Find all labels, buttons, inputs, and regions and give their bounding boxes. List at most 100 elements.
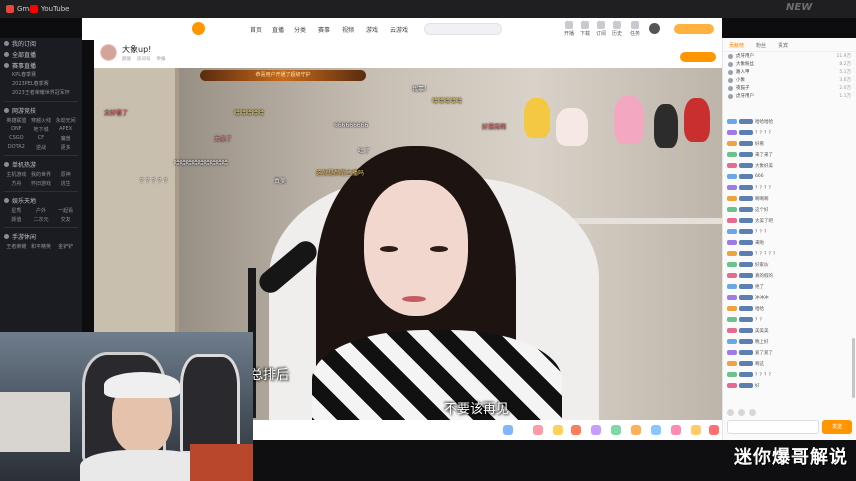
category-link[interactable]: 怀旧游戏	[29, 180, 54, 187]
top-icon-history[interactable]: 历史	[610, 21, 624, 37]
search-input[interactable]	[424, 23, 502, 35]
chat-message[interactable]: ？？？	[723, 226, 851, 237]
top-icon-tasks[interactable]: 任务	[628, 21, 642, 37]
sidebar-item-single-player[interactable]: 单机热游	[0, 159, 82, 170]
nav-link[interactable]: 首页	[250, 25, 262, 34]
gift-icon[interactable]	[591, 425, 601, 435]
category-link[interactable]: 方舟	[4, 180, 29, 187]
chat-message[interactable]: 好看	[723, 138, 851, 149]
rank-row[interactable]: 虎牙用户 11.9万	[723, 52, 856, 60]
category-link[interactable]: 星秀	[4, 207, 29, 214]
chat-message[interactable]: 冲冲冲	[723, 292, 851, 303]
emoji-icon[interactable]	[727, 409, 734, 416]
chat-message[interactable]: 来啦	[723, 237, 851, 248]
category-link[interactable]: 交友	[53, 216, 78, 223]
top-icon-stream[interactable]: 开播	[562, 21, 576, 37]
category-link[interactable]: 我的世界	[29, 171, 54, 178]
category-link[interactable]: 户外	[29, 207, 54, 214]
chat-message[interactable]: 啊啊啊	[723, 193, 851, 204]
category-link[interactable]: APEX	[53, 126, 78, 133]
sidebar-item-subscriptions[interactable]: 我的订阅	[0, 38, 82, 49]
category-link[interactable]: 永劫无间	[53, 117, 78, 124]
category-link[interactable]: 颜值	[4, 216, 29, 223]
category-link[interactable]: DOTA2	[4, 144, 29, 151]
gift-icon[interactable]	[691, 425, 701, 435]
gift-icon[interactable]	[503, 425, 513, 435]
start-stream-button[interactable]	[674, 24, 714, 34]
site-logo[interactable]	[192, 22, 205, 35]
category-link[interactable]: CF	[29, 135, 54, 142]
rank-row[interactable]: 大象粉丝 8.2万	[723, 60, 856, 68]
chat-message[interactable]: 好家伙	[723, 259, 851, 270]
gift-icon[interactable]	[611, 425, 621, 435]
chat-message[interactable]: 好	[723, 380, 851, 391]
chat-message[interactable]: 绝了	[723, 281, 851, 292]
chat-message[interactable]: 太美了吧	[723, 215, 851, 226]
category-link[interactable]: 二次元	[29, 216, 54, 223]
sidebar-item-events[interactable]: 赛事直播	[0, 60, 82, 71]
chat-message[interactable]: 真的假的	[723, 270, 851, 281]
room-category[interactable]: 颜值	[122, 56, 131, 62]
rank-row[interactable]: 虎牙用户 1.1万	[723, 92, 856, 100]
gift-icon[interactable]	[651, 425, 661, 435]
sidebar-sub-item[interactable]: 2023PEL春季赛	[0, 80, 82, 89]
nav-link[interactable]: 分类	[294, 25, 306, 34]
category-link[interactable]: 原神	[53, 171, 78, 178]
chat-message[interactable]: ？？？？？	[723, 248, 851, 259]
chat-message[interactable]: 这个好	[723, 204, 851, 215]
chat-input[interactable]	[727, 420, 819, 434]
category-link[interactable]: 和平精英	[29, 243, 54, 250]
category-link[interactable]: 一起看	[53, 207, 78, 214]
fan-badge-icon[interactable]	[738, 409, 745, 416]
chat-message[interactable]: 来了来了	[723, 149, 851, 160]
category-link[interactable]: 英雄联盟	[4, 117, 29, 124]
gift-icon[interactable]	[571, 425, 581, 435]
chat-message[interactable]: 啊这	[723, 358, 851, 369]
gift-icon[interactable]	[533, 425, 543, 435]
nav-link[interactable]: 云游戏	[390, 25, 408, 34]
sidebar-sub-item[interactable]: 2023王者荣耀世界冠军杯	[0, 89, 82, 98]
chat-scrollbar[interactable]	[852, 338, 855, 398]
category-link[interactable]: 更多	[53, 144, 78, 151]
top-icon-subscribe[interactable]: 订阅	[594, 21, 608, 37]
color-icon[interactable]	[749, 409, 756, 416]
nav-link[interactable]: 赛事	[318, 25, 330, 34]
sidebar-sub-item[interactable]: KPL春季赛	[0, 71, 82, 80]
user-avatar[interactable]	[649, 23, 660, 34]
sidebar-item-entertainment[interactable]: 娱乐天地	[0, 195, 82, 206]
chat-message[interactable]: 爱了爱了	[723, 347, 851, 358]
report-link[interactable]: 举报	[157, 56, 166, 62]
sidebar-item-online-games[interactable]: 网游竞技	[0, 105, 82, 116]
sidebar-item-mobile-games[interactable]: 手游休闲	[0, 231, 82, 242]
gift-icon[interactable]	[671, 425, 681, 435]
top-icon-download[interactable]: 下载	[578, 21, 592, 37]
nav-link[interactable]: 直播	[272, 25, 284, 34]
category-link[interactable]: 主机游戏	[4, 171, 29, 178]
chat-message[interactable]: ？？？？	[723, 182, 851, 193]
gift-banner[interactable]: 恭喜用户开通了超级守护	[200, 70, 366, 81]
gift-icon[interactable]	[631, 425, 641, 435]
chat-message[interactable]: 哈哈	[723, 303, 851, 314]
category-link[interactable]: 魔兽	[53, 135, 78, 142]
chat-message[interactable]: 666	[723, 171, 851, 182]
subscribe-button[interactable]	[680, 52, 716, 62]
tab-fans[interactable]: 粉丝	[756, 42, 766, 49]
chat-message[interactable]: ？？？？	[723, 127, 851, 138]
streamer-avatar[interactable]	[100, 44, 117, 61]
chat-message[interactable]: 大象好美	[723, 160, 851, 171]
nav-link[interactable]: 游戏	[366, 25, 378, 34]
rank-row[interactable]: 夜猫子 2.0万	[723, 84, 856, 92]
category-link[interactable]: 逆战	[29, 144, 54, 151]
chat-message[interactable]: 晚上好	[723, 336, 851, 347]
bookmark-youtube[interactable]: YouTube	[30, 3, 69, 15]
sidebar-item-all-live[interactable]: 全部直播	[0, 49, 82, 60]
chat-message[interactable]: 美美美	[723, 325, 851, 336]
nav-link[interactable]: 视频	[342, 25, 354, 34]
category-link[interactable]: 王者荣耀	[4, 243, 29, 250]
gift-icon[interactable]	[709, 425, 719, 435]
chat-message[interactable]: 哈哈哈哈	[723, 116, 851, 127]
rank-row[interactable]: 路人甲 5.1万	[723, 68, 856, 76]
category-link[interactable]: 穿越火线	[29, 117, 54, 124]
category-link[interactable]: DNF	[4, 126, 29, 133]
chat-message[interactable]: ？？	[723, 314, 851, 325]
